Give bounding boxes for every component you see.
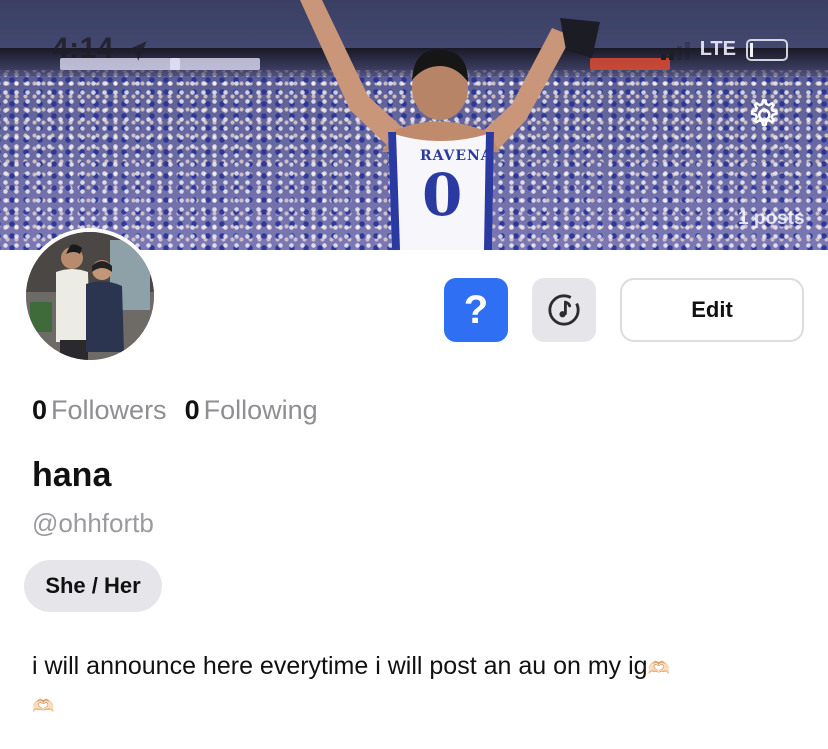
status-indicators: LTE xyxy=(660,38,788,61)
heart-hands-emoji: 🫶🏻 xyxy=(32,696,55,716)
network-label: LTE xyxy=(699,38,736,60)
followers-count: 0 xyxy=(32,395,48,425)
jersey-number: 0 xyxy=(422,161,463,229)
avatar-photo xyxy=(26,232,154,360)
followers-link[interactable]: 0 Followers xyxy=(32,395,167,426)
display-name: hana xyxy=(32,456,112,494)
battery-icon xyxy=(746,38,788,61)
heart-hands-emoji: 🫶🏻 xyxy=(647,658,670,678)
avatar[interactable] xyxy=(22,228,158,364)
posts-count: 1 posts xyxy=(738,208,805,229)
cover-photo[interactable]: RAVENA 0 4:14 LTE 1 posts xyxy=(0,0,828,250)
following-link[interactable]: 0 Following xyxy=(185,395,318,426)
help-button[interactable]: ? xyxy=(444,278,508,342)
status-time: 4:14 xyxy=(52,32,115,65)
music-note-icon xyxy=(548,294,580,326)
followers-label: Followers xyxy=(51,395,167,425)
following-count: 0 xyxy=(184,395,200,425)
bio-text: i will announce here everytime i will po… xyxy=(32,648,792,724)
follow-stats: 0 Followers 0 Following xyxy=(32,395,318,426)
music-button[interactable] xyxy=(532,278,596,342)
following-label: Following xyxy=(203,395,318,425)
gear-icon[interactable] xyxy=(744,96,782,134)
signal-icon xyxy=(660,40,690,60)
edit-profile-button[interactable]: Edit xyxy=(620,278,804,342)
username: @ohhfortb xyxy=(32,508,154,538)
location-arrow-icon xyxy=(127,41,147,61)
bio-body: i will announce here everytime i will po… xyxy=(32,652,648,680)
pronouns-badge: She / Her xyxy=(24,560,162,612)
